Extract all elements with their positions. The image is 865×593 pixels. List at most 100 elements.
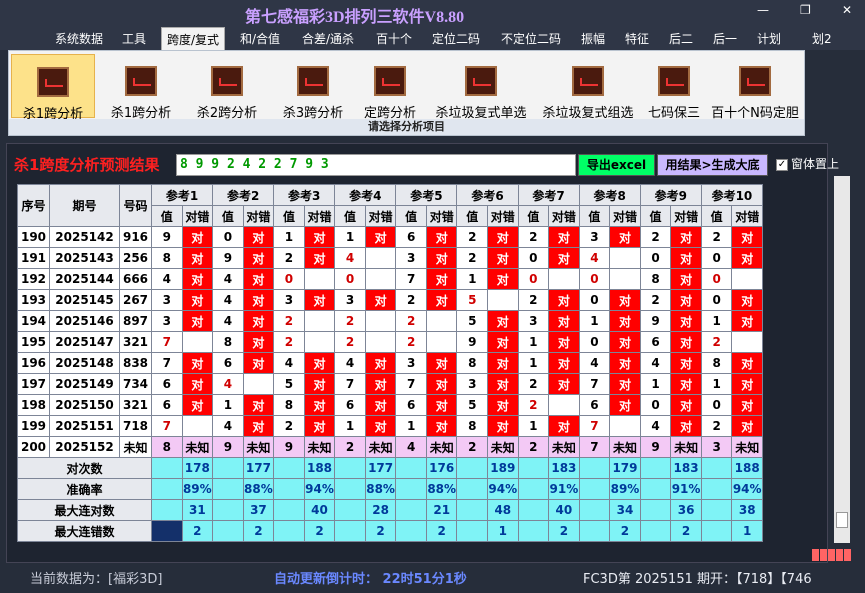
result-cell: 对 [609, 331, 641, 353]
result-cell: 对 [548, 373, 580, 395]
export-excel-button[interactable]: 导出excel [578, 154, 655, 176]
result-cell: 未知 [609, 436, 641, 458]
result-cell: 对 [364, 373, 397, 395]
seq-cell: 197 [17, 373, 50, 395]
menu-pos2[interactable]: 定位二码 [432, 30, 480, 47]
menu-diff-kill[interactable]: 合差/通杀 [302, 30, 354, 47]
value-cell: 4 [212, 373, 244, 395]
close-button[interactable]: ✕ [842, 3, 852, 17]
value-cell: 2 [517, 394, 550, 416]
generate-base-button[interactable]: 用结果>生成大底 [657, 154, 768, 176]
ref-header: 参考7 [517, 184, 580, 206]
scroll-thumb[interactable] [836, 512, 848, 528]
value-cell: 8 [151, 436, 183, 458]
stats-value-spacer [151, 499, 183, 521]
menu-bsg[interactable]: 百十个 [376, 30, 412, 47]
result-field[interactable]: 8 9 9 2 4 2 2 7 9 3 [176, 154, 576, 176]
result-cell: 对 [181, 373, 214, 395]
table-row[interactable]: 199 2025151 718 7 4 对 2 对 1 对 1 对 8 对 1 对 7 4 对 2 对 [17, 415, 763, 437]
fixed-span-button[interactable]: 定跨分析 [357, 54, 423, 121]
stats-value: 183 [548, 457, 580, 479]
column-header: 序号 [17, 184, 50, 227]
stats-value: 88% [242, 478, 275, 500]
value-cell: 2 [334, 310, 366, 332]
stats-value-spacer [456, 520, 489, 542]
restore-button[interactable]: ❐ [800, 3, 811, 17]
value-cell: 4 [639, 415, 672, 437]
chart-icon [211, 66, 243, 96]
value-cell: 0 [273, 268, 305, 290]
stats-value: 2 [364, 520, 397, 542]
result-cell: 对 [303, 226, 336, 248]
minimize-button[interactable]: — [757, 3, 769, 17]
menu-nopos2[interactable]: 不定位二码 [501, 30, 561, 47]
chart-icon [297, 66, 329, 96]
sub-header-result: 对错 [609, 205, 641, 227]
chart-icon [739, 66, 771, 96]
value-cell: 8 [456, 415, 489, 437]
sub-header-result: 对错 [303, 205, 336, 227]
kill-junk-single-button[interactable]: 杀垃圾复式单选 [429, 54, 533, 121]
value-cell: 4 [334, 247, 366, 269]
number-cell: 未知 [119, 436, 152, 458]
bsg-n-code-button[interactable]: 百十个N码定胆 [708, 54, 802, 121]
ref-header: 参考2 [212, 184, 275, 206]
seq-cell: 194 [17, 310, 50, 332]
menu-system-data[interactable]: 系统数据 [55, 30, 103, 47]
kill2-span-button[interactable]: 杀2跨分析 [185, 54, 269, 121]
issue-label: FC3D第 2025151 期开：【718】【746 [583, 572, 812, 587]
table-row[interactable]: 198 2025150 321 6 对 1 对 8 对 6 对 6 对 5 对 2 6 对 0 对 0 对 [17, 394, 763, 416]
result-cell: 对 [181, 310, 214, 332]
menu-last1[interactable]: 后一 [713, 30, 737, 47]
stats-value: 94% [731, 478, 763, 500]
menu-plan2[interactable]: 划2 [812, 30, 832, 47]
kill1-span-button-active[interactable]: 杀1跨分析 [11, 54, 95, 122]
value-cell: 1 [395, 415, 427, 437]
seven-code-button[interactable]: 七码保三 [642, 54, 706, 121]
sub-header-result: 对错 [487, 205, 519, 227]
vertical-scrollbar[interactable] [834, 176, 850, 543]
on-top-checkbox[interactable]: ✓ 窗体置上 [776, 155, 839, 172]
table-row[interactable]: 191 2025143 256 8 对 9 对 2 对 4 3 对 2 对 0 对 4 0 对 0 对 [17, 247, 763, 269]
table-row[interactable]: 197 2025149 734 6 对 4 5 对 7 对 7 对 3 对 2 对 7 对 1 对 1 对 [17, 373, 763, 395]
issue-cell: 2025143 [49, 247, 120, 269]
seq-cell: 195 [17, 331, 50, 353]
kill-junk-group-button[interactable]: 杀垃圾复式组选 [536, 54, 640, 121]
result-cell: 对 [487, 247, 519, 269]
value-cell: 2 [273, 331, 305, 353]
number-cell: 321 [119, 394, 152, 416]
menu-sum[interactable]: 和/合值 [240, 30, 280, 47]
pending-row[interactable]: 200 2025152 未知 8 未知 9 未知 9 未知 2 未知 4 未知 2 未知 2 未知 7 未知 9 未知 3… [17, 436, 763, 458]
table-row[interactable]: 195 2025147 321 7 8 对 2 2 2 9 对 1 对 0 对 6 对 2 [17, 331, 763, 353]
kill1-span-button[interactable]: 杀1跨分析 [99, 54, 183, 121]
stats-value-spacer [700, 499, 733, 521]
result-cell: 对 [242, 331, 275, 353]
table-row[interactable]: 192 2025144 666 4 对 4 对 0 0 7 对 1 对 0 0 8 对 0 [17, 268, 763, 290]
table-row[interactable]: 190 2025142 916 9 对 0 对 1 对 1 对 6 对 2 对 2 对 3 对 2 对 2 对 [17, 226, 763, 248]
result-cell: 对 [242, 352, 275, 374]
table-row[interactable]: 194 2025146 897 3 对 4 对 2 2 2 5 对 3 对 1 对 9 对 1 对 [17, 310, 763, 332]
table-row[interactable]: 193 2025145 267 3 对 4 对 3 对 3 对 2 对 5 2 对 0 对 2 对 0 对 [17, 289, 763, 311]
stats-value: 89% [609, 478, 641, 500]
value-cell: 1 [334, 226, 366, 248]
stats-value: 37 [242, 499, 275, 521]
seq-cell: 192 [17, 268, 50, 290]
result-cell: 对 [548, 226, 580, 248]
ref-header: 参考4 [334, 184, 397, 206]
result-cell: 对 [364, 415, 397, 437]
kill3-span-button[interactable]: 杀3跨分析 [271, 54, 355, 121]
value-cell: 8 [273, 394, 305, 416]
menu-feature[interactable]: 特征 [625, 30, 649, 47]
result-cell: 对 [425, 415, 458, 437]
menu-last2[interactable]: 后二 [669, 30, 693, 47]
result-cell: 对 [548, 331, 580, 353]
stats-value-spacer [639, 499, 672, 521]
table-row[interactable]: 196 2025148 838 7 对 6 对 4 对 4 对 3 对 8 对 1 对 4 对 4 对 8 对 [17, 352, 763, 374]
menu-tools[interactable]: 工具 [122, 30, 146, 47]
value-cell: 5 [456, 289, 489, 311]
menu-amplitude[interactable]: 振幅 [581, 30, 605, 47]
result-cell: 对 [242, 268, 275, 290]
menu-plan[interactable]: 计划 [757, 30, 781, 47]
menu-span-compound[interactable]: 跨度/复式 [161, 27, 226, 50]
result-cell: 未知 [425, 436, 458, 458]
